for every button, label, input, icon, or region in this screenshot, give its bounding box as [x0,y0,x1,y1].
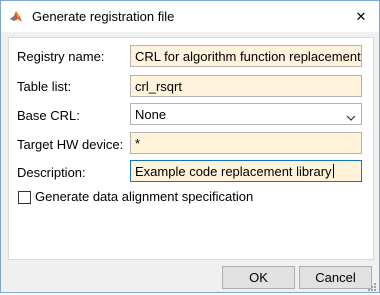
target-hw-label: Target HW device: [17,137,124,152]
table-list-field[interactable]: crl_rsqrt [130,75,362,97]
resize-grip-icon[interactable] [367,280,377,291]
ok-button[interactable]: OK [222,266,295,289]
chevron-down-icon [346,110,356,121]
dialog-window: Generate registration file ✕ Registry na… [0,0,380,293]
base-crl-label: Base CRL: [17,108,80,123]
table-list-value: crl_rsqrt [135,79,182,94]
cancel-button[interactable]: Cancel [299,266,372,289]
form-panel: Registry name: CRL for algorithm functio… [8,37,374,260]
alignment-checkbox[interactable] [18,191,31,204]
description-field[interactable]: Example code replacement library [130,160,362,182]
registry-name-field[interactable]: CRL for algorithm function replacement [130,45,362,67]
base-crl-dropdown[interactable]: None [130,103,362,125]
target-hw-value: * [135,136,141,151]
registry-name-value: CRL for algorithm function replacement [135,49,361,64]
text-cursor [332,164,334,178]
close-icon: ✕ [355,8,367,24]
target-hw-field[interactable]: * [130,132,362,154]
alignment-checkbox-label[interactable]: Generate data alignment specification [35,189,253,204]
description-label: Description: [17,165,86,180]
description-value: Example code replacement library [135,164,332,179]
base-crl-value: None [135,107,167,122]
registry-name-label: Registry name: [17,49,105,64]
matlab-logo-icon [9,10,23,24]
title-bar: Generate registration file ✕ [1,1,379,32]
table-list-label: Table list: [17,79,72,94]
close-button[interactable]: ✕ [343,1,379,32]
window-title: Generate registration file [32,9,175,24]
